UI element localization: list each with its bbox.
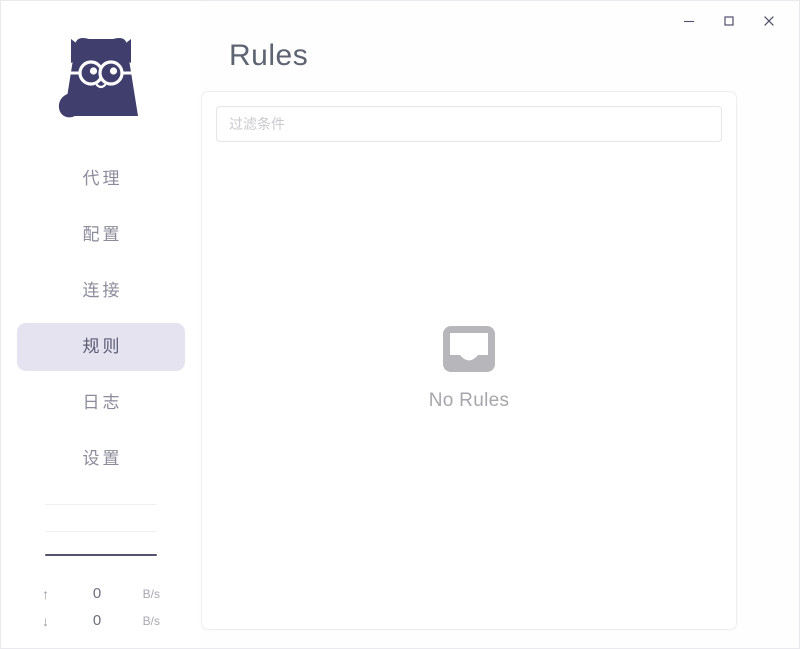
window-controls — [669, 1, 799, 41]
page-title: Rules — [229, 39, 309, 72]
cat-logo-icon — [58, 38, 138, 118]
download-arrow-icon: ↓ — [42, 612, 49, 629]
sidebar-item-proxies[interactable]: 代理 — [17, 155, 185, 203]
close-button[interactable] — [749, 5, 789, 37]
maximize-button[interactable] — [709, 5, 749, 37]
traffic-chart — [45, 502, 157, 572]
app-logo — [45, 17, 157, 129]
traffic-panel: ↑ 0 B/s ↓ 0 B/s — [1, 502, 201, 634]
maximize-icon — [724, 16, 734, 26]
sidebar-item-rules[interactable]: 规则 — [17, 323, 185, 371]
sidebar: 代理 配置 连接 规则 日志 设置 ↑ 0 B/s ↓ 0 B/s — [1, 1, 201, 648]
sidebar-item-logs[interactable]: 日志 — [17, 379, 185, 427]
empty-state: No Rules — [202, 324, 736, 412]
empty-state-text: No Rules — [428, 390, 510, 411]
filter-input[interactable] — [216, 106, 722, 142]
traffic-row-download: ↓ 0 B/s — [42, 607, 160, 634]
traffic-row-upload: ↑ 0 B/s — [42, 580, 160, 607]
main-content: Rules No Rules — [201, 1, 799, 648]
upload-speed-unit: B/s — [142, 586, 160, 601]
sidebar-item-connections[interactable]: 连接 — [17, 267, 185, 315]
upload-speed-value: 0 — [92, 585, 102, 602]
chart-gridline-middle — [45, 531, 157, 532]
upload-arrow-icon: ↑ — [42, 585, 49, 602]
close-icon — [764, 16, 774, 26]
app-window: 代理 配置 连接 规则 日志 设置 ↑ 0 B/s ↓ 0 B/s Rules … — [0, 0, 800, 649]
chart-baseline — [45, 554, 157, 556]
rules-panel: No Rules — [201, 91, 737, 630]
chart-gridline-upper — [45, 504, 157, 505]
download-speed-unit: B/s — [142, 613, 160, 628]
sidebar-nav: 代理 配置 连接 规则 日志 设置 — [1, 155, 201, 491]
inbox-icon — [443, 326, 495, 372]
download-speed-value: 0 — [92, 612, 102, 629]
sidebar-item-settings[interactable]: 设置 — [17, 435, 185, 483]
minimize-icon — [684, 20, 694, 23]
minimize-button[interactable] — [669, 5, 709, 37]
sidebar-item-profiles[interactable]: 配置 — [17, 211, 185, 259]
